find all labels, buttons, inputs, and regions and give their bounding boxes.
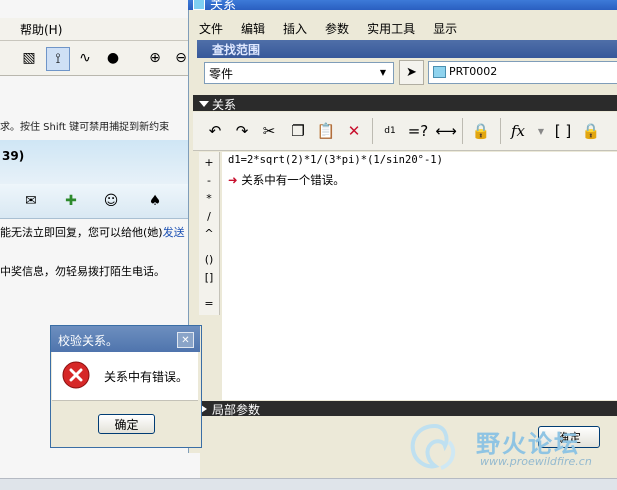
- error-arrow-icon: ➜: [228, 173, 238, 187]
- relations-menubar: 文件 编辑 插入 参数 实用工具 显示: [190, 18, 466, 40]
- operator-multiply[interactable]: *: [201, 192, 217, 205]
- menu-parameters[interactable]: 参数: [316, 18, 358, 40]
- zoom-in-icon[interactable]: ⊕: [144, 47, 166, 69]
- local-params-label: 局部参数: [212, 403, 261, 417]
- copy-icon[interactable]: ❐: [287, 120, 309, 142]
- paste-icon[interactable]: 📋: [315, 120, 337, 142]
- close-icon[interactable]: ✕: [177, 332, 194, 348]
- relation-error-line: ➜ 关系中有一个错误。: [228, 172, 345, 188]
- menu-utilities[interactable]: 实用工具: [358, 18, 424, 40]
- relations-section-header[interactable]: [193, 95, 617, 111]
- menu-display[interactable]: 显示: [424, 18, 466, 40]
- operator-power[interactable]: ^: [201, 227, 217, 240]
- chat-message-line: 能无法立即回复，您可以给他(她)发送: [0, 224, 200, 240]
- relation-equation[interactable]: d1=2*sqrt(2)*1/(3*pi)*(1/sin20°-1): [228, 154, 443, 166]
- check-ok-button[interactable]: 确定: [98, 414, 155, 434]
- constraint-icon[interactable]: ⟟: [46, 47, 70, 71]
- relations-section-label: 关系: [212, 98, 237, 112]
- toolbar-divider: [500, 118, 501, 144]
- relations-dialog-title: 关系: [210, 0, 237, 13]
- cursor-arrow-icon: ➤: [406, 65, 417, 80]
- relation-error-text: 关系中有一个错误。: [241, 173, 345, 187]
- check-dialog-divider: [52, 400, 198, 401]
- send-link[interactable]: 发送: [163, 226, 185, 239]
- lock-icon[interactable]: 🔒: [580, 120, 602, 142]
- measure-icon[interactable]: ⟷: [435, 120, 457, 142]
- watermark-logo: [410, 423, 456, 470]
- relations-editor[interactable]: [222, 152, 617, 400]
- toolbar-divider: [462, 118, 463, 144]
- operator-brackets[interactable]: []: [201, 271, 217, 284]
- redo-icon[interactable]: ↷: [231, 120, 253, 142]
- undo-icon[interactable]: ↶: [204, 120, 226, 142]
- cut-icon[interactable]: ✂: [258, 120, 280, 142]
- evaluate-icon[interactable]: =?: [407, 120, 429, 142]
- chat-warning-line: 中奖信息，勿轻易拨打陌生电话。: [0, 265, 165, 278]
- error-icon: [62, 361, 90, 389]
- user-icon[interactable]: ☺: [100, 190, 122, 212]
- watermark-text: 野火论坛: [476, 430, 580, 458]
- collapse-triangle-icon: [199, 101, 209, 107]
- chat-header: [0, 140, 200, 184]
- check-dialog-title: 校验关系。: [58, 334, 119, 348]
- menu-file[interactable]: 文件: [190, 18, 232, 40]
- parentheses-icon[interactable]: [ ]: [552, 120, 574, 142]
- menu-insert[interactable]: 插入: [274, 18, 316, 40]
- scope-type-value: 零件: [209, 67, 234, 81]
- operator-plus[interactable]: +: [201, 156, 217, 169]
- relations-dialog-titlebar[interactable]: [188, 0, 617, 10]
- switch-dimension-icon[interactable]: d1: [379, 120, 401, 142]
- spline-icon[interactable]: ∿: [74, 47, 96, 69]
- window-icon: [193, 0, 205, 10]
- function-icon[interactable]: fx: [507, 120, 529, 142]
- sphere-icon[interactable]: ●: [102, 47, 124, 69]
- add-icon[interactable]: ✚: [60, 190, 82, 212]
- sketch-icon[interactable]: ▧: [18, 47, 40, 69]
- operator-parentheses[interactable]: (): [201, 253, 217, 266]
- chat-message-text: 能无法立即回复，您可以给他(她): [0, 226, 163, 239]
- chevron-down-icon[interactable]: ▼: [530, 120, 552, 142]
- part-icon: [433, 66, 446, 78]
- search-scope-label: 查找范围: [212, 43, 261, 57]
- watermark-url: www.proewildfire.cn: [480, 455, 592, 468]
- select-model-button[interactable]: ➤: [399, 60, 424, 85]
- chat-toolbar: ✉ ✚ ☺ ♠: [0, 184, 200, 219]
- mail-icon[interactable]: ✉: [20, 190, 42, 212]
- menu-help[interactable]: 帮助(H): [20, 21, 62, 38]
- menu-edit[interactable]: 编辑: [232, 18, 274, 40]
- chat-number: 39): [2, 149, 25, 163]
- toolbar-divider: [372, 118, 373, 144]
- game-icon[interactable]: ♠: [144, 190, 166, 212]
- operator-equals[interactable]: =: [201, 297, 217, 310]
- operator-divide[interactable]: /: [201, 210, 217, 223]
- verify-icon[interactable]: 🔒: [470, 120, 492, 142]
- chevron-down-icon[interactable]: ▼: [376, 64, 390, 80]
- check-dialog-message: 关系中有错误。: [104, 370, 189, 384]
- delete-icon[interactable]: ✕: [343, 120, 365, 142]
- operator-minus[interactable]: -: [201, 174, 217, 187]
- taskbar: [0, 478, 617, 490]
- background-toolbar: ▧ ⟟ ∿ ● ⊕ ⊖: [0, 41, 200, 76]
- model-value: PRT0002: [449, 65, 498, 78]
- status-hint: 求。按住 Shift 键可禁用捕捉到新约束: [0, 122, 170, 133]
